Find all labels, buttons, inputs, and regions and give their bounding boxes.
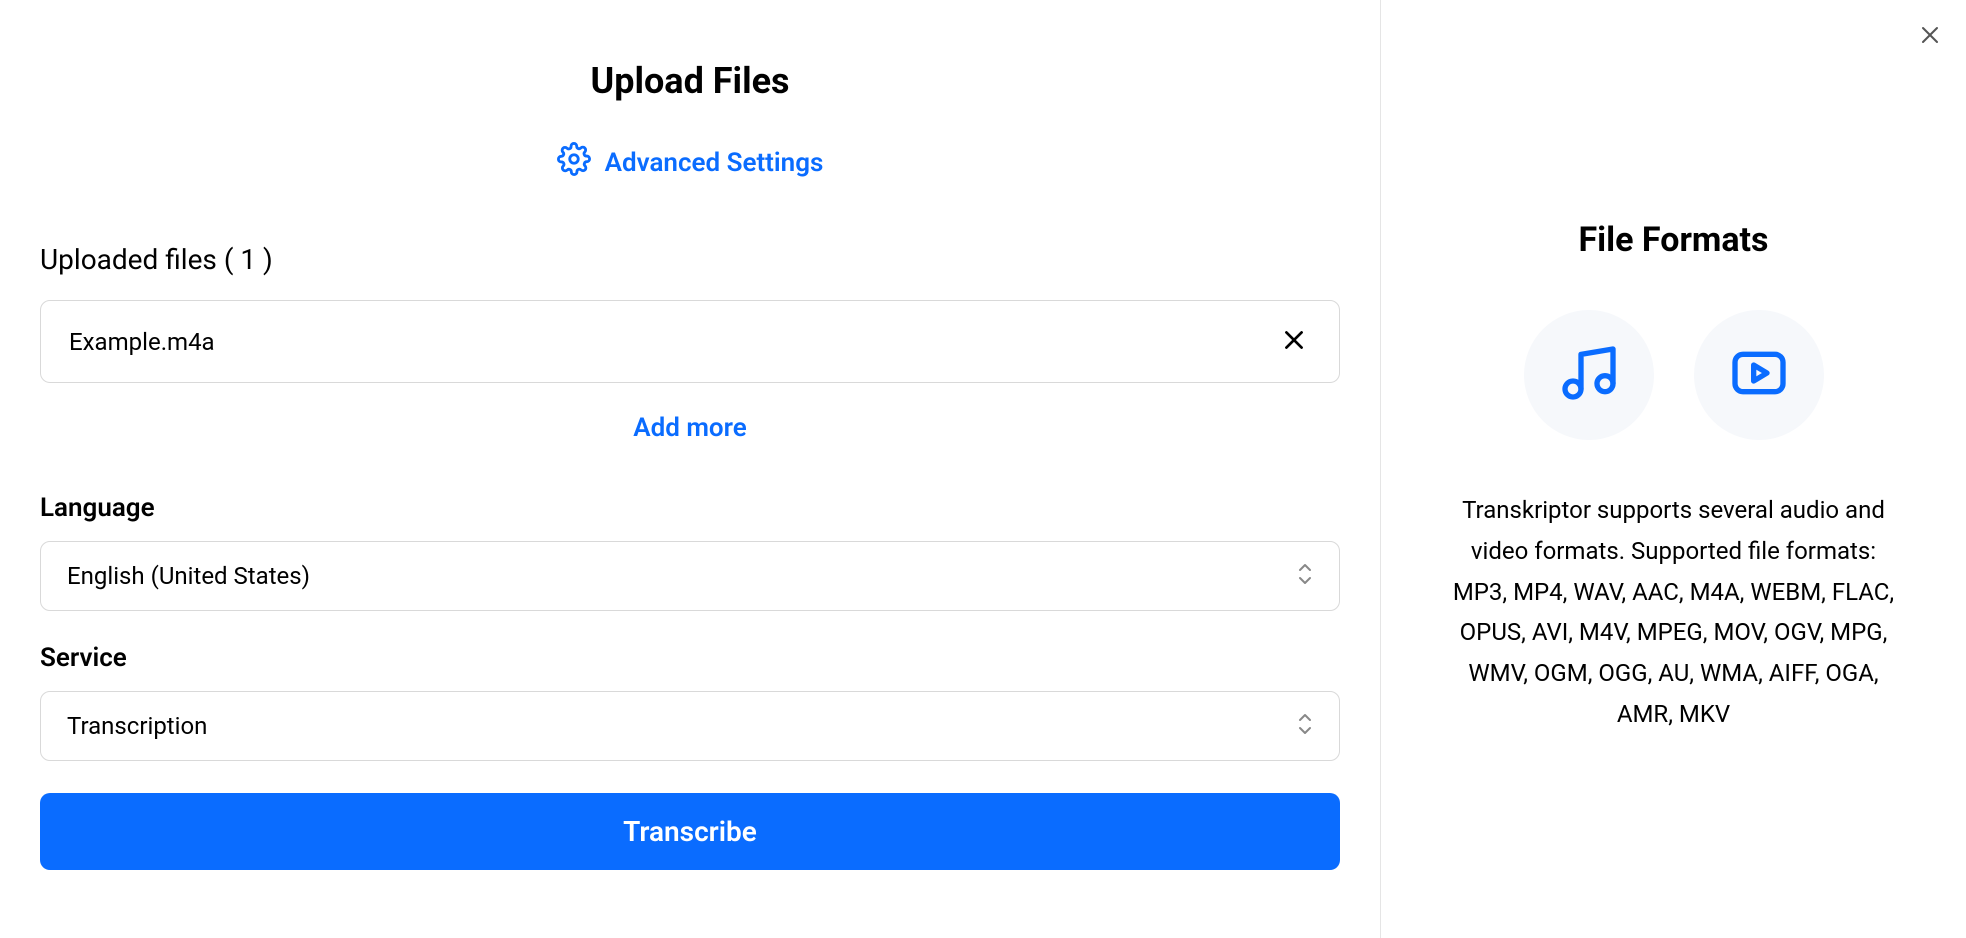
uploaded-file-name: Example.m4a xyxy=(69,328,215,356)
uploaded-files-label: Uploaded files ( 1 ) xyxy=(40,243,1340,276)
file-formats-title: File Formats xyxy=(1441,220,1906,260)
advanced-settings-link[interactable]: Advanced Settings xyxy=(40,142,1340,183)
file-formats-description: Transkriptor supports several audio and … xyxy=(1441,490,1906,735)
language-select[interactable]: English (United States) xyxy=(40,541,1340,611)
gear-icon xyxy=(557,142,591,183)
advanced-settings-label: Advanced Settings xyxy=(605,148,824,178)
music-icon xyxy=(1557,341,1621,409)
remove-file-button[interactable] xyxy=(1277,323,1311,360)
service-label: Service xyxy=(40,643,1340,673)
uploaded-file-row: Example.m4a xyxy=(40,300,1340,383)
video-icon xyxy=(1727,341,1791,409)
page-title: Upload Files xyxy=(40,60,1340,102)
language-label: Language xyxy=(40,493,1340,523)
upload-panel: Upload Files Advanced Settings Uploaded … xyxy=(0,0,1380,938)
service-select[interactable]: Transcription xyxy=(40,691,1340,761)
info-panel: File Formats xyxy=(1381,0,1966,938)
video-format-icon-wrap xyxy=(1694,310,1824,440)
transcribe-button[interactable]: Transcribe xyxy=(40,793,1340,870)
add-more-link[interactable]: Add more xyxy=(40,413,1340,443)
audio-format-icon-wrap xyxy=(1524,310,1654,440)
x-icon xyxy=(1281,327,1307,356)
format-icons-row xyxy=(1441,310,1906,440)
